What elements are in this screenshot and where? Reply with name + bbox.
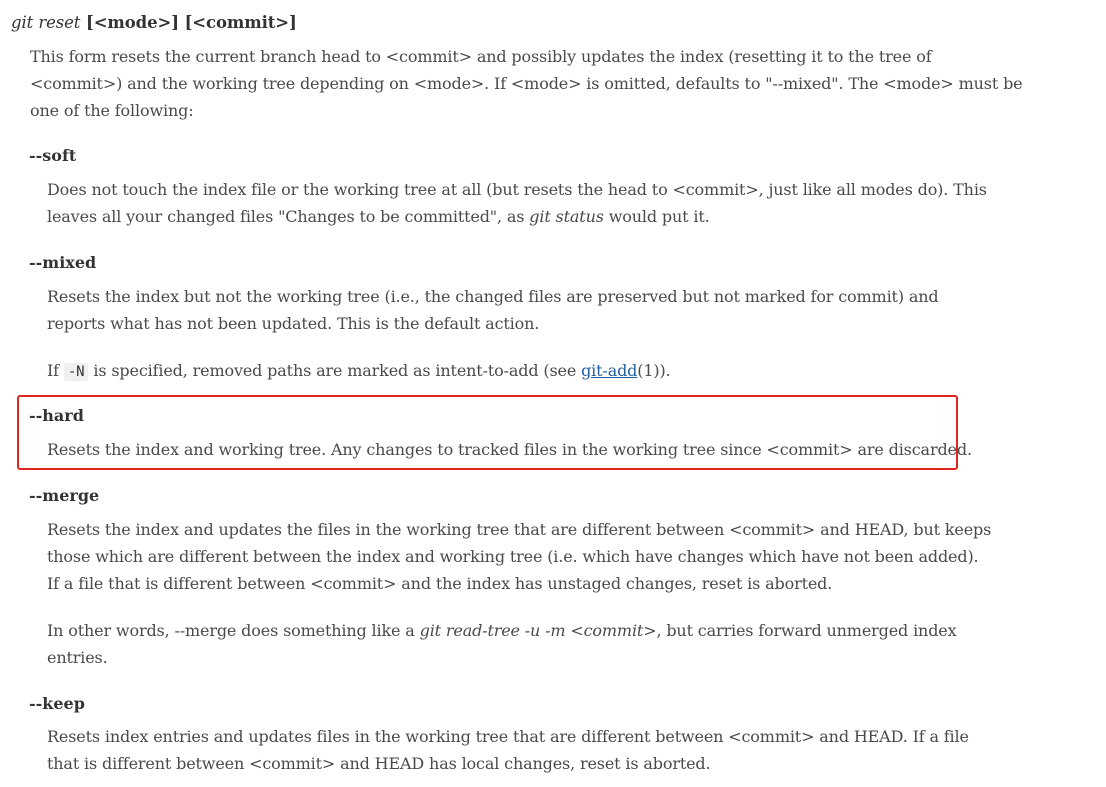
git-status-ref: git status: [529, 207, 604, 226]
merge-note-line-2: entries.: [47, 648, 108, 667]
soft-line-1: Does not touch the index file or the wor…: [47, 180, 987, 199]
command-args: [<mode>] [<commit>]: [80, 13, 297, 32]
mode-mixed-description: Resets the index but not the working tre…: [47, 283, 1097, 337]
mode-keep-description: Resets index entries and updates files i…: [47, 723, 1097, 777]
mode-merge-description: Resets the index and updates the files i…: [47, 516, 1097, 597]
mode-merge-term: --merge: [29, 486, 100, 505]
merge-note-line-1: In other words, --merge does something l…: [47, 621, 957, 640]
mixed-line-2: reports what has not been updated. This …: [47, 314, 540, 333]
mode-hard-description: Resets the index and working tree. Any c…: [47, 436, 1097, 463]
merge-line-2: those which are different between the in…: [47, 547, 979, 566]
keep-line-2: that is different between <commit> and H…: [47, 754, 711, 773]
mode-merge-note: In other words, --merge does something l…: [47, 617, 1097, 671]
merge-line-1: Resets the index and updates the files i…: [47, 520, 992, 539]
merge-line-3: If a file that is different between <com…: [47, 574, 833, 593]
mode-mixed-term: --mixed: [29, 253, 97, 272]
intro-line-2: <commit>) and the working tree depending…: [30, 74, 1023, 93]
mode-hard-term: --hard: [29, 406, 84, 425]
mixed-line-1: Resets the index but not the working tre…: [47, 287, 939, 306]
command-name: git reset: [11, 13, 81, 32]
keep-line-1: Resets index entries and updates files i…: [47, 727, 969, 746]
git-add-link[interactable]: git-add: [581, 361, 637, 380]
mode-mixed-note: If -N is specified, removed paths are ma…: [47, 361, 671, 381]
flag-n-code: -N: [63, 363, 89, 381]
mode-soft-description: Does not touch the index file or the wor…: [47, 176, 1097, 230]
read-tree-ref: git read-tree -u -m <commit>: [419, 621, 657, 640]
intro-paragraph: This form resets the current branch head…: [30, 43, 1090, 124]
git-reset-doc: git reset [<mode>] [<commit>] This form …: [0, 0, 1106, 787]
hard-line-1: Resets the index and working tree. Any c…: [47, 440, 972, 459]
page-title: git reset [<mode>] [<commit>]: [11, 13, 297, 32]
soft-line-2: leaves all your changed files "Changes t…: [47, 207, 710, 226]
intro-line-3: one of the following:: [30, 101, 194, 120]
mode-soft-term: --soft: [29, 146, 77, 165]
mode-keep-term: --keep: [29, 694, 85, 713]
intro-line-1: This form resets the current branch head…: [30, 47, 932, 66]
